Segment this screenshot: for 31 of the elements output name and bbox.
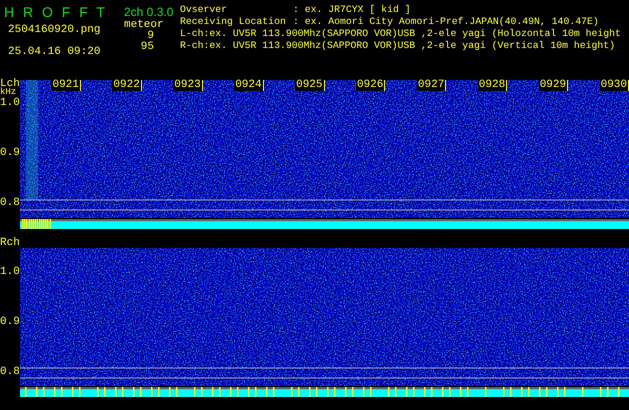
meteor-count: 9 xyxy=(147,31,154,42)
axis-tick-label: 0.8 xyxy=(0,198,20,209)
info-value: : ex. JR7CYX [ kid ] xyxy=(293,4,412,16)
time-label: 0924 xyxy=(234,80,264,91)
info-label: Receiving Location xyxy=(180,16,287,28)
axis-tick-label: 1.0 xyxy=(0,98,20,109)
axis-tick-label: 0.9 xyxy=(0,148,20,159)
axis-tick-label: 1.0 xyxy=(0,267,20,278)
time-label: 0922 xyxy=(112,80,142,91)
channel-label: Rch xyxy=(0,238,20,249)
file-name: 2504160920.png xyxy=(7,24,102,36)
time-label: 0930 xyxy=(600,80,629,91)
time-label: 0929 xyxy=(538,80,568,91)
info-label: Ovserver xyxy=(180,4,228,16)
channel-info: L-ch:ex. UV5R 113.900Mhz(SAPPORO VOR)USB ,2-ele yagi (Holozontal 10m height xyxy=(180,28,622,40)
date-time: 25.04.16 09:20 xyxy=(7,46,102,58)
time-label: 0928 xyxy=(478,80,508,91)
info-value: : ex. Aomori City Aomori-Pref.JAPAN(40.49N, 140.47E) xyxy=(293,16,600,28)
time-label: 0923 xyxy=(173,80,203,91)
axis-tick-label: 0.8 xyxy=(0,367,20,378)
meteor-count: 95 xyxy=(140,42,154,53)
version-label: 2ch 0.3.0 xyxy=(124,6,174,19)
time-label: 0927 xyxy=(416,80,446,91)
meteor-label: meteor xyxy=(124,19,164,31)
time-label: 0925 xyxy=(295,80,324,91)
time-label: 0926 xyxy=(356,80,386,91)
time-label: 0921 xyxy=(51,80,81,91)
axis-tick-label: 0.9 xyxy=(0,317,20,328)
channel-info: R-ch:ex. UV5R 113.900Mhz(SAPPORO VOR)USB ,2-ele yagi (Vertical 10m height) xyxy=(180,40,616,52)
app-title: H R O F F T xyxy=(4,4,105,21)
unit-label: kHz xyxy=(0,88,16,97)
